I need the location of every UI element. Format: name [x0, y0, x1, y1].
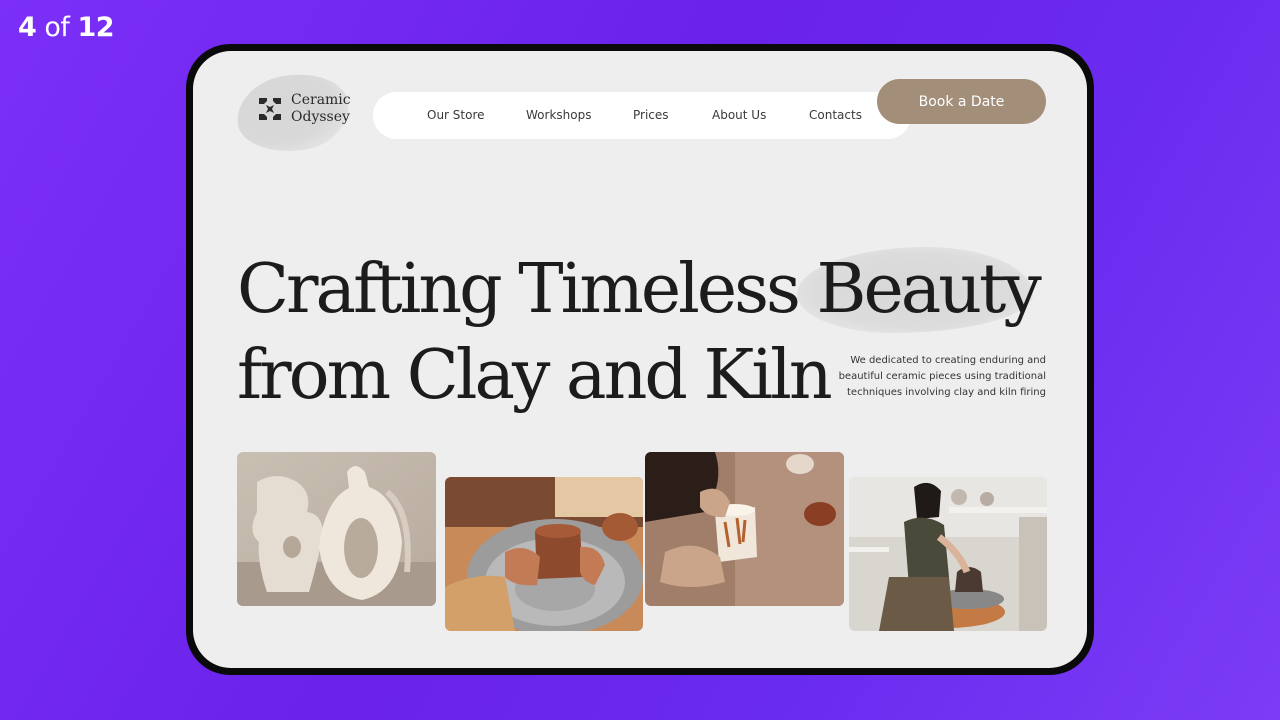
nav-about-us[interactable]: About Us: [712, 108, 766, 122]
hero-title-line1: Crafting Timeless Beauty: [237, 250, 1042, 329]
woman-pottery-wheel-photo[interactable]: [849, 477, 1047, 631]
book-a-date-button[interactable]: Book a Date: [877, 79, 1046, 124]
slide-of: of: [44, 12, 70, 43]
nav-prices[interactable]: Prices: [633, 108, 669, 122]
painting-mug-photo[interactable]: [645, 452, 844, 606]
hero-description: We dedicated to creating enduring and be…: [838, 355, 1046, 398]
nav-contacts[interactable]: Contacts: [809, 108, 862, 122]
ceramic-logo-icon[interactable]: [256, 95, 284, 123]
slide-current: 4: [18, 12, 37, 43]
main-nav: Our Store Workshops Prices About Us Cont…: [373, 92, 911, 139]
white-vases-photo[interactable]: [237, 452, 436, 606]
website-screen: Ceramic Odyssey Our Store Workshops Pric…: [193, 51, 1087, 668]
nav-our-store[interactable]: Our Store: [427, 108, 485, 122]
brand-name-line1: Ceramic: [291, 92, 351, 108]
brand-name-line2: Odyssey: [291, 109, 350, 125]
nav-workshops[interactable]: Workshops: [526, 108, 591, 122]
pottery-wheel-hands-photo[interactable]: [445, 477, 643, 631]
brand-name[interactable]: Ceramic Odyssey: [291, 92, 351, 126]
slide-counter: 4 of 12: [18, 12, 115, 43]
slide-total: 12: [77, 12, 115, 43]
